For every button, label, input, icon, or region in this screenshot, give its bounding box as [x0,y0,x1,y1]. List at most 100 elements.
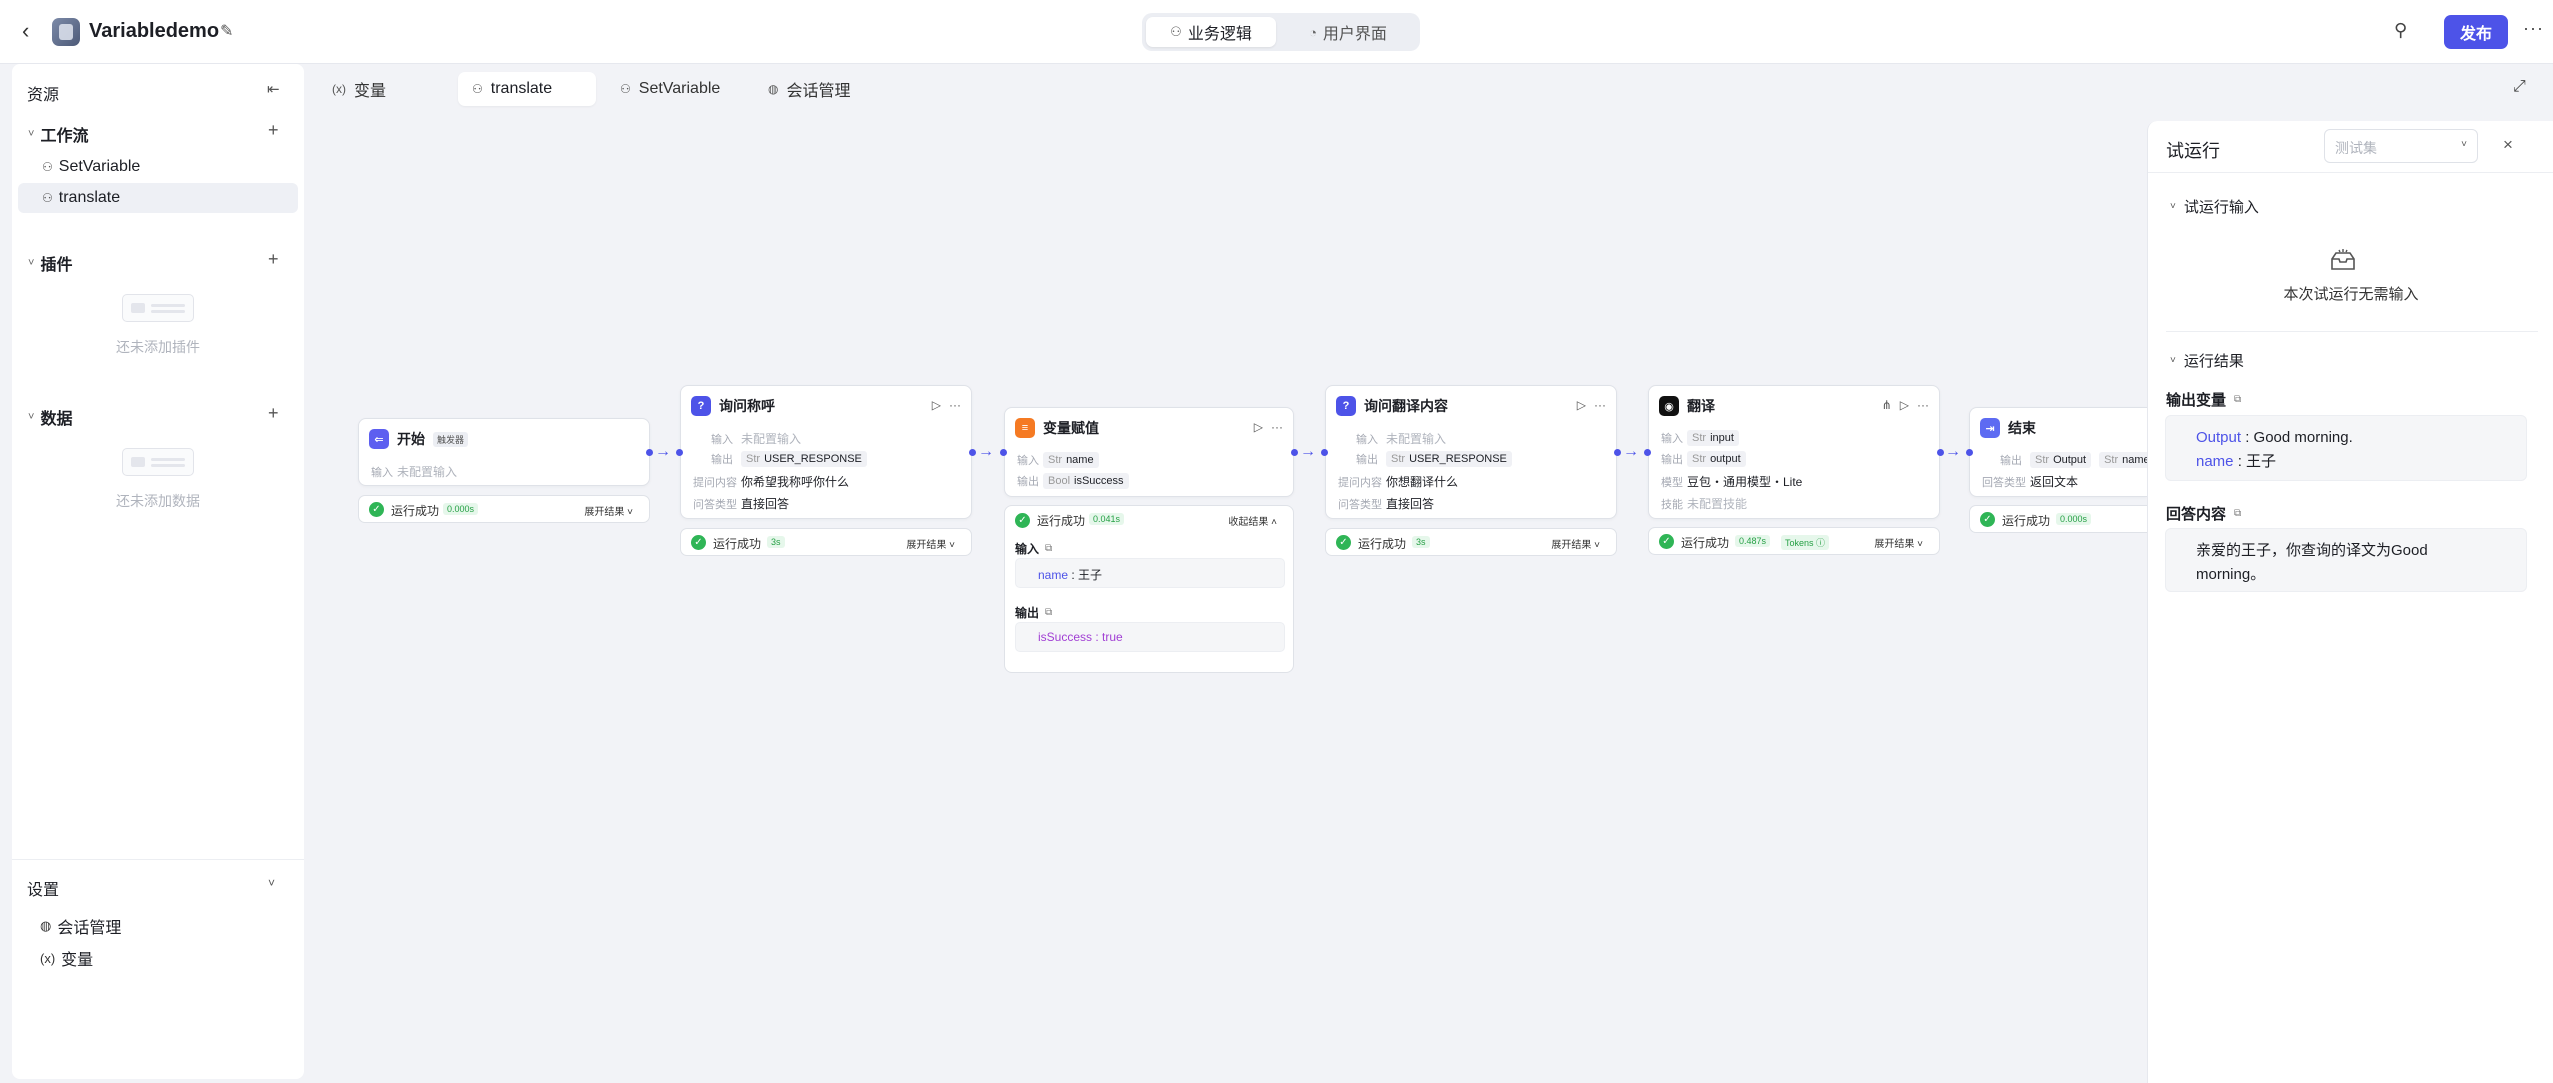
fullscreen-icon[interactable]: ⤢ [2513,78,2526,96]
settings-item-conversation[interactable]: ◍ 会话管理 [40,914,121,938]
node-row-model: 模型 豆包・通用模型・Lite [1661,475,1803,489]
add-workflow-icon[interactable]: + [268,120,279,141]
tab-variable[interactable]: (x) 变量 [318,72,448,106]
success-icon: ✓ [1659,534,1674,549]
run-node-icon[interactable]: ▷ [1900,398,1909,412]
run-node-icon[interactable]: ▷ [932,398,941,412]
node-tools[interactable]: ▷ ··· [1254,420,1283,434]
node-end[interactable]: ⇥ 结束 输出 Str Output Str name 回答类型 返回文本 [1969,407,2155,497]
node-tools[interactable]: ▷ ··· [932,398,961,412]
tab-translate[interactable]: ⚇ translate [458,72,596,106]
publish-button[interactable]: 发布 [2444,15,2508,49]
node-row-output: 输出 Str output [1661,451,1746,467]
status-bar-ask-translate[interactable]: ✓ 运行成功 3s 展开结果 ˅ [1325,528,1617,556]
expand-result-toggle[interactable]: 展开结果 ˅ [906,536,955,551]
more-icon[interactable]: ··· [2523,18,2544,39]
workflow-icon: ⚇ [1170,24,1182,39]
status-bar-end[interactable]: ✓ 运行成功 0.000s [1969,505,2147,533]
assign-result-panel: ✓ 运行成功 0.041s 收起结果 ˄ 输入 ⧉ name : 王子 输出 ⧉ i… [1004,505,1294,673]
node-settings-icon[interactable]: ⋔ [1882,398,1892,412]
node-tools[interactable]: ▷ ··· [1577,398,1606,412]
assign-icon: ≡ [1015,418,1035,438]
status-bar-translate[interactable]: ✓ 运行成功 0.487s Tokens ⓘ 展开结果 ˅ [1648,527,1940,555]
node-row-answer-type: 回答类型 返回文本 [1982,475,2079,489]
llm-icon: ◉ [1659,396,1679,416]
node-row-input: 输入 未配置输入 [711,432,802,446]
node-translate[interactable]: ◉ 翻译 ⋔ ▷ ··· 输入 Str input 输出 Str output 模型 豆包・通用… [1648,385,1940,519]
copy-icon[interactable]: ⧉ [2234,394,2241,405]
chevron-down-icon: ˅ [28,128,35,140]
result-output-label: 输出 ⧉ [1015,606,1053,620]
expand-result-toggle[interactable]: 展开结果 ˅ [584,503,633,518]
run-node-icon[interactable]: ▷ [1577,398,1586,412]
arrow-right-icon: → [655,443,671,460]
chevron-down-icon: ˅ [28,257,35,269]
status-bar-start[interactable]: ✓ 运行成功 0.000s 展开结果 ˅ [358,495,650,523]
node-header: ≡ 变量赋值 [1015,418,1099,438]
node-row-output: 输出 Str Output Str name [1982,452,2155,468]
test-input-section[interactable]: ˅ 试运行输入 [2170,196,2259,217]
workflow-section[interactable]: ˅ 工作流 [28,122,88,146]
back-icon[interactable]: ‹ [22,20,42,42]
settings-title: 设置 [27,882,60,899]
sidebar-item-translate[interactable]: ⚇ translate [18,183,298,213]
trigger-tag: 触发器 [433,431,469,447]
more-icon[interactable]: ··· [1917,398,1929,412]
more-icon[interactable]: ··· [1271,420,1283,434]
node-row-output: 输出 Bool isSuccess [1017,473,1129,489]
test-run-title: 试运行 [2166,141,2220,161]
no-input-text: 本次试运行无需输入 [2283,286,2419,303]
node-start[interactable]: ⇐ 开始 触发器 输入 未配置输入 [358,418,650,486]
mode-switch: ⚇ 业务逻辑 ◔ 用户界面 [1142,13,1420,51]
expand-result-toggle[interactable]: 展开结果 ˅ [1551,536,1600,551]
collapse-sidebar-icon[interactable]: ⇤ [267,80,280,98]
chevron-down-icon[interactable]: ˅ [268,876,275,890]
more-icon[interactable]: ··· [949,398,961,412]
collab-icon[interactable]: ⚲ [2394,20,2407,41]
node-tools[interactable]: ⋔ ▷ ··· [1882,398,1929,412]
more-icon[interactable]: ··· [1594,398,1606,412]
start-icon: ⇐ [369,429,389,449]
expand-result-toggle[interactable]: 展开结果 ˅ [1874,535,1923,550]
add-data-icon[interactable]: + [268,403,279,424]
collapse-result-toggle[interactable]: 收起结果 ˄ [1228,513,1277,528]
workflow-icon: ⚇ [472,82,483,96]
add-plugin-icon[interactable]: + [268,249,279,270]
tab-user-interface[interactable]: ◔ 用户界面 [1280,17,1416,47]
workflow-icon: ⚇ [42,160,53,174]
arrow-right-icon: → [978,443,994,460]
sidebar-item-setvariable[interactable]: ⚇ SetVariable [18,152,298,182]
tab-setvariable[interactable]: ⚇ SetVariable [606,72,744,106]
node-assign[interactable]: ≡ 变量赋值 ▷ ··· 输入 Str name 输出 Bool isSuccess [1004,407,1294,497]
workflow-icon: ⚇ [620,82,631,96]
plugin-section[interactable]: ˅ 插件 [28,251,72,275]
tab-conversation[interactable]: ◍ 会话管理 [754,72,894,106]
data-section[interactable]: ˅ 数据 [28,405,72,429]
port-dot [1937,449,1944,456]
sidebar-divider [12,859,304,860]
node-ask-name[interactable]: ? 询问称呼 ▷ ··· 输入 未配置输入 输出 Str USER_RESPONSE 提问… [680,385,972,519]
close-icon[interactable]: × [2503,135,2513,155]
copy-icon[interactable]: ⧉ [1045,543,1052,554]
port-dot [1291,449,1298,456]
workflow-icon: ⚇ [42,191,53,205]
node-row-input: 输入 未配置输入 [1356,432,1447,446]
tab-business-logic[interactable]: ⚇ 业务逻辑 [1146,17,1276,47]
testset-select[interactable]: 测试集 ˅ [2324,129,2478,163]
status-bar-ask-name[interactable]: ✓ 运行成功 3s 展开结果 ˅ [680,528,972,556]
settings-item-variable[interactable]: (x) 变量 [40,946,93,970]
run-result-section[interactable]: ˅ 运行结果 [2170,350,2244,371]
edit-icon[interactable]: ✎ [220,21,233,41]
divider [2148,172,2553,173]
node-row-skill: 技能 未配置技能 [1661,497,1748,511]
run-node-icon[interactable]: ▷ [1254,420,1263,434]
copy-icon[interactable]: ⧉ [1045,607,1052,618]
node-header: ⇐ 开始 触发器 [369,429,469,449]
copy-icon[interactable]: ⧉ [2234,508,2241,519]
node-row-input: 输入 Str input [1661,430,1739,446]
node-row-question: 提问内容 你想翻译什么 [1338,475,1459,489]
port-dot [646,449,653,456]
tokens-badge[interactable]: Tokens ⓘ [1781,535,1830,550]
node-row-output: 输出 Str USER_RESPONSE [693,451,867,467]
node-ask-translate[interactable]: ? 询问翻译内容 ▷ ··· 输入 未配置输入 输出 Str USER_RESPONSE … [1325,385,1617,519]
